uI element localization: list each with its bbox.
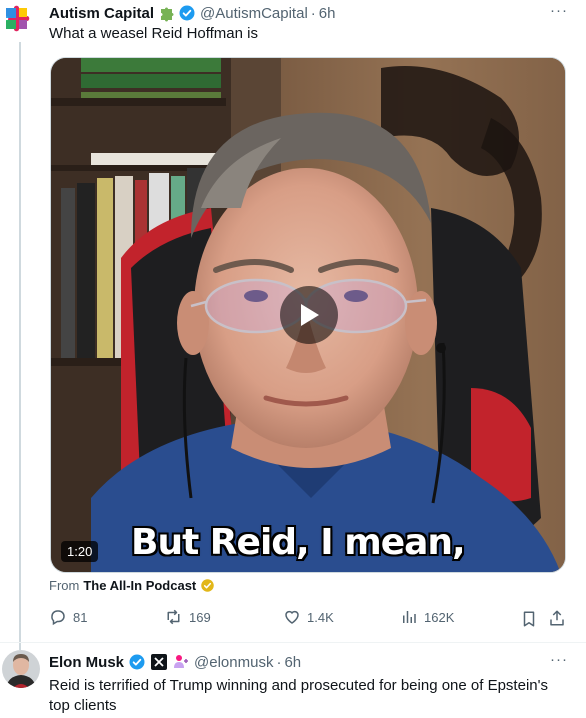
- tweet-divider: [0, 642, 586, 643]
- heart-icon: [285, 610, 299, 624]
- like-count: 1.4K: [307, 609, 334, 625]
- views-button[interactable]: 162K: [400, 608, 454, 626]
- bookmark-icon[interactable]: [520, 609, 538, 629]
- author-handle[interactable]: @AutismCapital: [200, 5, 308, 22]
- more-options-button[interactable]: ···: [550, 651, 568, 668]
- gold-verified-badge-icon: [201, 579, 215, 592]
- view-count: 162K: [424, 609, 455, 625]
- puzzle-piece-icon: [161, 7, 174, 22]
- tweet-text-line-1: Reid is terrified of Trump winning and p…: [49, 677, 548, 694]
- elon-avatar[interactable]: [2, 650, 40, 688]
- share-icon[interactable]: [548, 608, 566, 628]
- author-name[interactable]: Autism Capital: [49, 5, 154, 22]
- puzzle-avatar-icon[interactable]: [2, 2, 38, 38]
- x-logo-icon: [151, 654, 168, 670]
- thread-line: [19, 42, 21, 650]
- video-player[interactable]: But Reid, I mean, 1:20: [50, 57, 566, 573]
- author-name[interactable]: Elon Musk: [49, 654, 124, 671]
- timestamp[interactable]: 6h: [319, 5, 336, 22]
- separator-dot: ·: [310, 4, 316, 22]
- source-name[interactable]: The All-In Podcast: [83, 578, 196, 593]
- verified-badge-icon: [129, 654, 145, 670]
- tweet1-header: Autism Capital @AutismCapital · 6h: [49, 2, 335, 24]
- separator-dot: ·: [276, 653, 282, 671]
- user-affiliation-icon: [174, 655, 189, 668]
- repost-button[interactable]: 169: [164, 608, 211, 626]
- video-duration: 1:20: [61, 541, 99, 562]
- timestamp[interactable]: 6h: [284, 654, 301, 671]
- video-caption: But Reid, I mean,: [131, 522, 466, 563]
- author-handle[interactable]: @elonmusk: [194, 654, 273, 671]
- tweet-text: What a weasel Reid Hoffman is: [49, 25, 258, 42]
- reply-icon: [51, 610, 65, 626]
- views-chart-icon: [403, 611, 416, 623]
- repost-count: 169: [189, 609, 211, 625]
- verified-badge-icon: [179, 5, 195, 21]
- source-prefix: From: [49, 578, 80, 593]
- tweet2-header: Elon Musk @elonmusk · 6h: [49, 651, 301, 673]
- media-source: From The All-In Podcast: [49, 578, 215, 593]
- more-options-button[interactable]: ···: [550, 2, 568, 19]
- tweet-text-line-2: top clients: [49, 697, 117, 714]
- repost-icon: [167, 609, 180, 625]
- reply-count: 81: [73, 609, 88, 625]
- tweet1-action-bar: 81 169 1.4K 162K: [49, 608, 569, 630]
- reply-button[interactable]: 81: [49, 608, 87, 626]
- play-button[interactable]: [280, 286, 338, 344]
- play-icon: [301, 304, 319, 326]
- like-button[interactable]: 1.4K: [283, 608, 334, 626]
